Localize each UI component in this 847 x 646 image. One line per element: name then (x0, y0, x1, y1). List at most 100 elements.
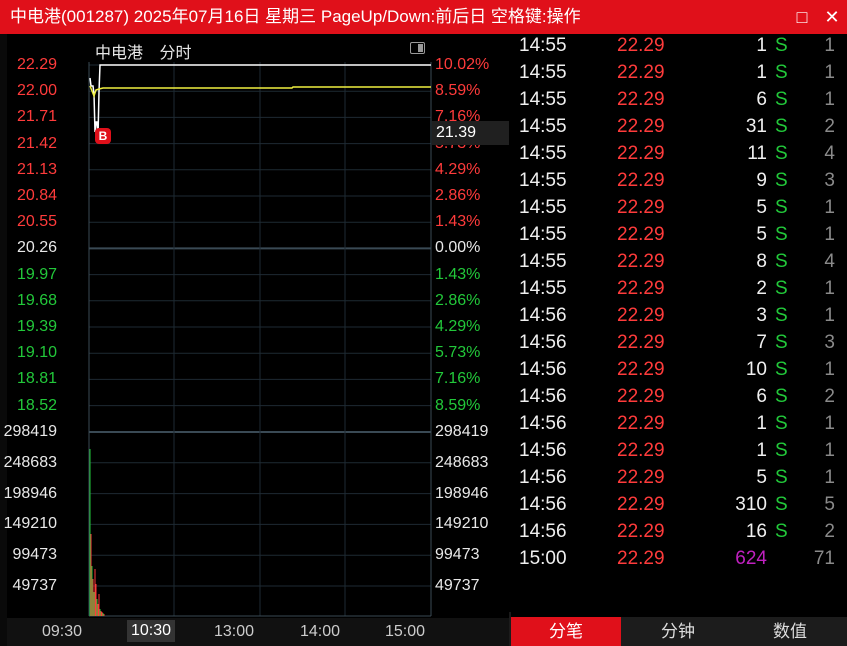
tab-1[interactable]: 分钟 (623, 617, 733, 646)
tick-vol: 5 (756, 467, 767, 488)
tick-row[interactable]: 14:56 22.29 16 S 2 (509, 518, 847, 545)
tick-row[interactable]: 14:55 22.29 11 S 4 (509, 140, 847, 167)
price-tick-label: 20.84 (16, 187, 57, 204)
tick-row[interactable]: 14:56 22.29 310 S 5 (509, 491, 847, 518)
tick-cnt: 1 (824, 224, 835, 245)
tick-row[interactable]: 14:55 22.29 31 S 2 (509, 113, 847, 140)
price-tick-label: 18.81 (16, 370, 57, 388)
close-icon[interactable]: ✕ (817, 0, 847, 34)
volume-tick-label-right: 198946 (435, 484, 489, 502)
volume-tick-label: 149210 (3, 515, 57, 533)
tick-cnt: 1 (824, 440, 835, 461)
tick-price: 22.29 (617, 386, 665, 407)
tick-price: 22.29 (617, 305, 665, 326)
tick-row[interactable]: 14:56 22.29 1 S 1 (509, 410, 847, 437)
time-tick-label: 15:00 (385, 623, 426, 640)
tick-bs: S (775, 251, 788, 272)
tick-time: 14:56 (519, 305, 567, 326)
tick-bs: S (775, 521, 788, 542)
tick-bs: S (775, 413, 788, 434)
tick-cnt: 4 (824, 251, 835, 272)
volume-tick-label-right: 248683 (435, 453, 489, 471)
tick-bs: S (775, 494, 788, 515)
maximize-icon[interactable]: □ (787, 0, 817, 34)
tick-cnt: 4 (824, 143, 835, 164)
tick-cnt: 2 (824, 116, 835, 137)
tick-time: 14:56 (519, 440, 567, 461)
tick-row[interactable]: 14:55 22.29 2 S 1 (509, 275, 847, 302)
tick-vol: 16 (745, 521, 767, 542)
buy-marker[interactable]: B (95, 128, 111, 144)
tick-cnt: 1 (824, 359, 835, 380)
tick-time: 14:56 (519, 413, 567, 434)
tick-row[interactable]: 14:56 22.29 6 S 2 (509, 383, 847, 410)
tick-cnt: 2 (824, 386, 835, 407)
time-tick-label: 14:00 (300, 623, 341, 640)
tick-list[interactable]: 14:55 22.29 1 S 1 14:55 22.29 1 S 1 14:55 22.29 6 S 1 1… (509, 34, 847, 612)
tick-price: 22.29 (617, 170, 665, 191)
tick-time: 14:56 (519, 494, 567, 515)
tick-vol: 2 (756, 278, 767, 299)
tick-cnt: 1 (824, 197, 835, 218)
tick-row[interactable]: 14:56 22.29 1 S 1 (509, 437, 847, 464)
tick-vol: 10 (745, 359, 767, 380)
tick-row[interactable]: 14:56 22.29 7 S 3 (509, 329, 847, 356)
tick-price: 22.29 (617, 413, 665, 434)
tick-vol: 1 (756, 62, 767, 83)
price-tick-label: 21.42 (16, 134, 57, 152)
tick-bs: S (775, 143, 788, 164)
tick-row[interactable]: 15:00 22.29 624 71 (509, 545, 847, 572)
tick-price: 22.29 (617, 62, 665, 83)
tab-2[interactable]: 数值 (735, 617, 845, 646)
tick-row[interactable]: 14:56 22.29 10 S 1 (509, 356, 847, 383)
chart-header: 中电港 分时 (95, 39, 203, 63)
tick-row[interactable]: 14:56 22.29 5 S 1 (509, 464, 847, 491)
tick-vol: 3 (756, 305, 767, 326)
tick-price: 22.29 (617, 494, 665, 515)
tick-time: 14:56 (519, 386, 567, 407)
tick-row[interactable]: 14:56 22.29 3 S 1 (509, 302, 847, 329)
pct-tick-label: 8.59% (435, 82, 481, 100)
tab-0[interactable]: 分笔 (511, 617, 621, 646)
tick-bs: S (775, 62, 788, 83)
tick-row[interactable]: 14:55 22.29 6 S 1 (509, 86, 847, 113)
tick-vol: 1 (756, 440, 767, 461)
tick-row[interactable]: 14:55 22.29 5 S 1 (509, 194, 847, 221)
current-price-box: 21.39 (432, 121, 510, 145)
stock-name: 中电港 (95, 45, 144, 62)
tick-cnt: 1 (824, 89, 835, 110)
tick-bs: S (775, 224, 788, 245)
tick-row[interactable]: 14:55 22.29 1 S 1 (509, 59, 847, 86)
pct-tick-label: 1.43% (435, 213, 481, 231)
tick-time: 14:55 (519, 35, 567, 56)
tick-price: 22.29 (617, 278, 665, 299)
tick-time: 14:55 (519, 89, 567, 110)
tick-cnt: 71 (813, 548, 835, 569)
pct-tick-label: 10.02% (435, 56, 490, 73)
tick-row[interactable]: 14:55 22.29 8 S 4 (509, 248, 847, 275)
tick-time: 14:55 (519, 116, 567, 137)
time-tick-label: 13:00 (214, 623, 255, 640)
tick-time: 14:55 (519, 62, 567, 83)
price-tick-label: 19.10 (16, 344, 57, 362)
tick-price: 22.29 (617, 89, 665, 110)
tick-cnt: 1 (824, 305, 835, 326)
tick-vol: 7 (756, 332, 767, 353)
tick-vol: 9 (756, 170, 767, 191)
tick-price: 22.29 (617, 548, 665, 569)
tick-bs: S (775, 386, 788, 407)
price-tick-label: 18.52 (16, 396, 57, 414)
tick-cnt: 1 (824, 467, 835, 488)
tick-price: 22.29 (617, 197, 665, 218)
tick-row[interactable]: 14:55 22.29 5 S 1 (509, 221, 847, 248)
tick-bs: S (775, 359, 788, 380)
tick-row[interactable]: 14:55 22.29 9 S 3 (509, 167, 847, 194)
tick-time: 14:55 (519, 143, 567, 164)
volume-tick-label-right: 99473 (435, 546, 480, 564)
tick-bs: S (775, 278, 788, 299)
panel-toggle-icon[interactable] (410, 42, 425, 54)
intraday-chart[interactable]: 中电港 分时 22.29 22.00 21.71 21.42 21.13 20.84 20.… (4, 34, 510, 646)
tick-row[interactable]: 14:55 22.29 1 S 1 (509, 32, 847, 59)
price-tick-label: 19.68 (16, 291, 57, 309)
tick-bs: S (775, 116, 788, 137)
